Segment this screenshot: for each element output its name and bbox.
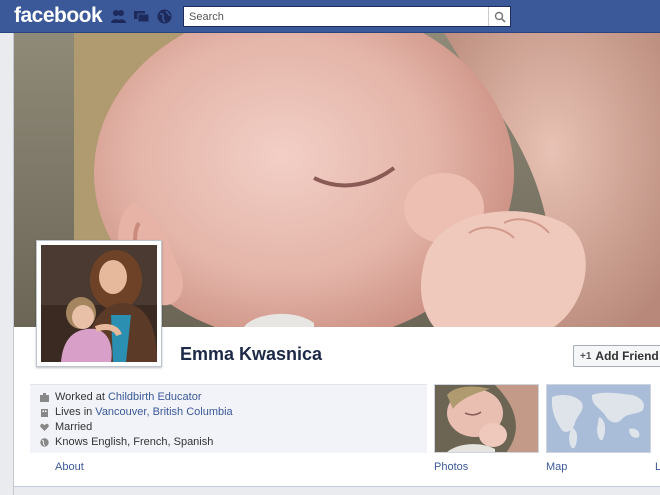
map-thumbnail[interactable] bbox=[546, 384, 651, 453]
tab-photos[interactable]: Photos bbox=[434, 461, 468, 473]
tab-map[interactable]: Map bbox=[546, 461, 567, 473]
messages-icon[interactable] bbox=[133, 8, 150, 25]
home-item: Lives in Vancouver, British Columbia bbox=[40, 406, 233, 418]
briefcase-icon bbox=[40, 392, 49, 402]
relationship-item: Married bbox=[40, 421, 92, 433]
search-box[interactable] bbox=[183, 6, 511, 27]
search-button[interactable] bbox=[488, 7, 510, 26]
heart-icon bbox=[40, 423, 49, 432]
page-edge bbox=[0, 33, 14, 495]
profile-picture[interactable] bbox=[36, 240, 162, 367]
friend-requests-icon[interactable] bbox=[110, 8, 127, 25]
work-link[interactable]: Childbirth Educator bbox=[108, 391, 202, 403]
add-friend-button[interactable]: +1 Add Friend bbox=[573, 345, 660, 367]
languages-item: Knows English, French, Spanish bbox=[40, 436, 213, 448]
tab-about[interactable]: About bbox=[55, 461, 84, 473]
tab-partial[interactable]: L bbox=[655, 461, 660, 473]
work-prefix: Worked at bbox=[55, 391, 105, 403]
facebook-logo[interactable]: facebook bbox=[14, 4, 103, 28]
work-item: Worked at Childbirth Educator bbox=[40, 391, 202, 403]
languages-text: Knows English, French, Spanish bbox=[55, 436, 214, 448]
add-friend-label: Add Friend bbox=[595, 349, 659, 363]
profile-name: Emma Kwasnica bbox=[180, 344, 323, 364]
notifications-icon[interactable] bbox=[156, 8, 173, 25]
relationship-text: Married bbox=[55, 421, 93, 433]
globe-icon bbox=[40, 437, 49, 447]
about-summary: Worked at Childbirth Educator Lives in V… bbox=[30, 384, 427, 453]
search-input[interactable] bbox=[184, 7, 484, 27]
search-icon bbox=[494, 11, 506, 23]
building-icon bbox=[40, 408, 49, 417]
home-link[interactable]: Vancouver, British Columbia bbox=[95, 406, 232, 418]
home-prefix: Lives in bbox=[55, 406, 93, 418]
photos-thumbnail[interactable] bbox=[434, 384, 539, 453]
top-bar: facebook bbox=[0, 0, 660, 33]
add-friend-icon: +1 bbox=[580, 350, 592, 362]
